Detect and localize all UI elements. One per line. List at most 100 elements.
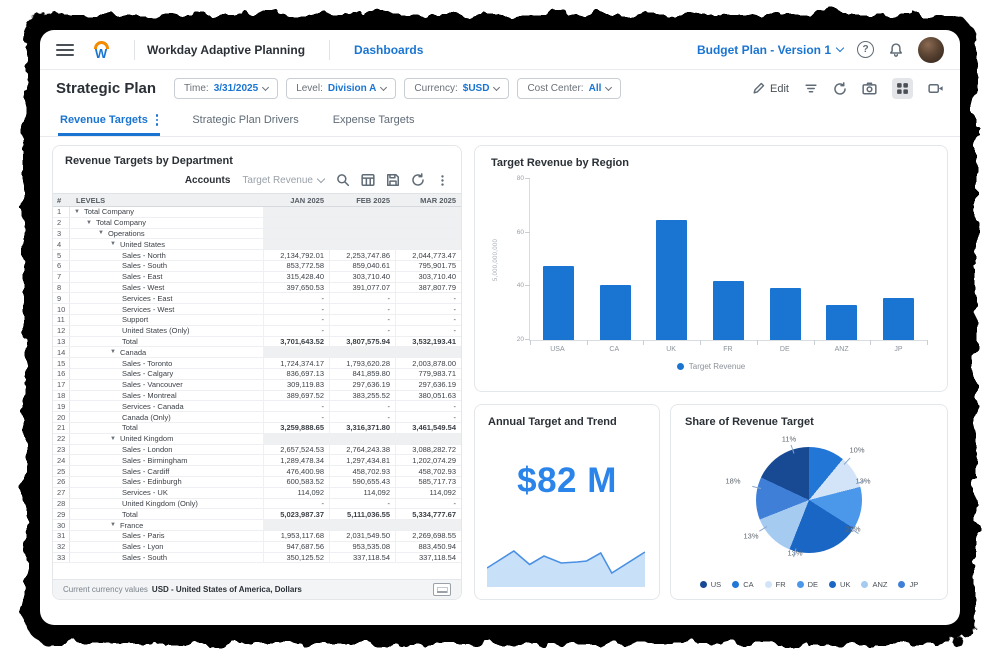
table-row[interactable]: 20Canada (Only)--- (53, 412, 461, 423)
dashboards-link[interactable]: Dashboards (354, 43, 423, 57)
table-row[interactable]: 23Sales - London2,657,524.532,764,243.38… (53, 445, 461, 456)
cell-value[interactable] (395, 347, 461, 357)
cell-value[interactable]: 953,535.08 (329, 542, 395, 552)
table-row[interactable]: 21Total3,259,888.653,316,371.803,461,549… (53, 423, 461, 434)
cell-value[interactable] (395, 229, 461, 239)
cell-value[interactable]: - (263, 499, 329, 509)
bar[interactable] (826, 305, 857, 340)
cell-value[interactable]: 383,255.52 (329, 391, 395, 401)
cell-value[interactable] (263, 347, 329, 357)
cell-value[interactable]: - (263, 315, 329, 325)
table-row[interactable]: 15Sales - Toronto1,724,374.171,793,620.2… (53, 358, 461, 369)
cell-value[interactable]: 387,807.79 (395, 283, 461, 293)
cell-value[interactable] (263, 520, 329, 530)
pie-legend-item[interactable]: DE (797, 580, 818, 589)
cell-value[interactable]: 337,118.54 (395, 553, 461, 563)
filter-button[interactable] (804, 82, 818, 95)
cell-value[interactable] (395, 520, 461, 530)
cell-value[interactable]: 1,289,478.34 (263, 455, 329, 465)
table-row[interactable]: 16Sales - Calgary836,697.13841,859.80779… (53, 369, 461, 380)
cell-value[interactable] (263, 229, 329, 239)
pie-legend-item[interactable]: ANZ (861, 580, 887, 589)
pie-legend-item[interactable]: UK (829, 580, 850, 589)
cell-value[interactable]: 391,077.07 (329, 283, 395, 293)
cell-value[interactable] (395, 239, 461, 249)
cell-value[interactable]: 590,655.43 (329, 477, 395, 487)
cell-value[interactable]: 3,088,282.72 (395, 445, 461, 455)
cell-value[interactable]: 2,657,524.53 (263, 445, 329, 455)
table-row[interactable]: 9Services - East--- (53, 293, 461, 304)
cell-value[interactable]: 315,428.40 (263, 272, 329, 282)
cell-value[interactable]: - (395, 326, 461, 336)
cell-value[interactable]: 309,119.83 (263, 380, 329, 390)
present-button[interactable] (928, 82, 944, 95)
caret-icon[interactable]: ▼ (110, 349, 116, 355)
cell-value[interactable]: - (263, 326, 329, 336)
table-row[interactable]: 26Sales - Edinburgh600,583.52590,655.435… (53, 477, 461, 488)
cell-value[interactable]: 3,701,643.52 (263, 337, 329, 347)
cell-value[interactable]: 350,125.52 (263, 553, 329, 563)
table-row[interactable]: 28United Kingdom (Only)--- (53, 499, 461, 510)
cell-value[interactable]: - (329, 401, 395, 411)
cell-value[interactable] (395, 207, 461, 217)
cell-value[interactable]: 853,772.58 (263, 261, 329, 271)
cell-value[interactable]: - (329, 499, 395, 509)
cell-value[interactable]: - (329, 315, 395, 325)
cell-value[interactable]: - (395, 293, 461, 303)
cell-value[interactable]: 5,334,777.67 (395, 509, 461, 519)
cell-value[interactable] (329, 347, 395, 357)
table-row[interactable]: 3▼Operations (53, 229, 461, 240)
cell-value[interactable]: 3,532,193.41 (395, 337, 461, 347)
cell-value[interactable] (263, 207, 329, 217)
bar[interactable] (543, 266, 574, 340)
cell-value[interactable]: 2,134,792.01 (263, 250, 329, 260)
bar[interactable] (770, 288, 801, 340)
table-row[interactable]: 18Sales - Montreal389,697.52383,255.5238… (53, 391, 461, 402)
pie-legend-item[interactable]: FR (765, 580, 786, 589)
save-icon[interactable] (386, 173, 400, 187)
cell-value[interactable]: 114,092 (329, 488, 395, 498)
cell-value[interactable]: - (395, 499, 461, 509)
cell-value[interactable]: 947,687.56 (263, 542, 329, 552)
table-row[interactable]: 14▼Canada (53, 347, 461, 358)
cell-value[interactable]: 2,003,878.00 (395, 358, 461, 368)
caret-icon[interactable]: ▼ (98, 230, 104, 236)
bar[interactable] (883, 298, 914, 340)
cell-value[interactable]: 841,859.80 (329, 369, 395, 379)
cell-value[interactable] (329, 239, 395, 249)
version-selector[interactable]: Budget Plan - Version 1 (697, 43, 843, 57)
table-row[interactable]: 13Total3,701,643.523,807,575.943,532,193… (53, 337, 461, 348)
tab-kebab-icon[interactable] (156, 114, 159, 126)
workday-logo[interactable]: W (90, 41, 112, 59)
cell-value[interactable]: 600,583.52 (263, 477, 329, 487)
cell-value[interactable]: 303,710.40 (395, 272, 461, 282)
cell-value[interactable]: 1,724,374.17 (263, 358, 329, 368)
cell-value[interactable]: - (395, 401, 461, 411)
cell-value[interactable]: 5,023,987.37 (263, 509, 329, 519)
tab-revenue-targets[interactable]: Revenue Targets (58, 107, 160, 136)
tab-strategic-plan-drivers[interactable]: Strategic Plan Drivers (190, 107, 300, 136)
cell-value[interactable] (263, 434, 329, 444)
bar[interactable] (600, 285, 631, 340)
cell-value[interactable] (329, 218, 395, 228)
table-row[interactable]: 10Services - West--- (53, 304, 461, 315)
cell-value[interactable]: 303,710.40 (329, 272, 395, 282)
filter-pill[interactable]: Time:3/31/2025 (174, 78, 278, 99)
cell-value[interactable]: 337,118.54 (329, 553, 395, 563)
hamburger-menu-icon[interactable] (56, 44, 74, 56)
cell-value[interactable]: 859,040.61 (329, 261, 395, 271)
cell-value[interactable]: 2,031,549.50 (329, 531, 395, 541)
cell-value[interactable]: 5,111,036.55 (329, 509, 395, 519)
cell-value[interactable]: 3,807,575.94 (329, 337, 395, 347)
caret-icon[interactable]: ▼ (110, 522, 116, 528)
bell-icon[interactable] (888, 42, 904, 58)
cell-value[interactable]: 836,697.13 (263, 369, 329, 379)
cell-value[interactable]: 458,702.93 (395, 466, 461, 476)
sheet-refresh-icon[interactable] (411, 173, 425, 187)
cell-value[interactable]: 114,092 (263, 488, 329, 498)
cell-value[interactable]: 779,983.71 (395, 369, 461, 379)
table-row[interactable]: 6Sales - South853,772.58859,040.61795,90… (53, 261, 461, 272)
filter-pill[interactable]: Cost Center:All (517, 78, 621, 99)
cell-value[interactable]: 297,636.19 (329, 380, 395, 390)
table-row[interactable]: 7Sales - East315,428.40303,710.40303,710… (53, 272, 461, 283)
